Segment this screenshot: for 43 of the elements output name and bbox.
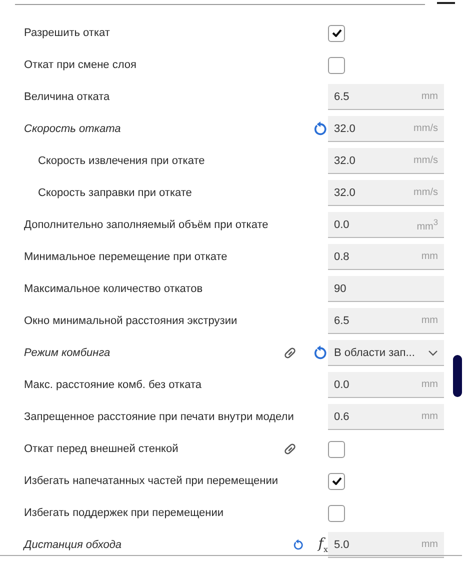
number-field[interactable]: 90 bbox=[328, 276, 444, 302]
setting-label: Максимальное количество откатов bbox=[24, 282, 204, 296]
number-field[interactable]: 0.0 mm bbox=[328, 372, 444, 398]
setting-label: Скорость отката bbox=[24, 122, 122, 136]
checkbox[interactable] bbox=[328, 440, 345, 458]
checkmark-icon bbox=[332, 29, 342, 37]
setting-label: Скорость заправки при откате bbox=[37, 186, 193, 200]
number-field[interactable]: 6.5 mm bbox=[328, 84, 444, 110]
setting-label: Откат при смене слоя bbox=[24, 58, 138, 72]
number-field[interactable]: 0.8 mm bbox=[328, 244, 444, 270]
number-field[interactable]: 5.0 mm bbox=[328, 532, 444, 558]
reset-icon[interactable] bbox=[312, 121, 328, 137]
setting-label: Величина отката bbox=[24, 90, 111, 104]
checkbox[interactable] bbox=[328, 504, 345, 522]
setting-label: Избегать напечатанных частей при перемещении bbox=[24, 474, 278, 488]
checkmark-icon bbox=[332, 477, 342, 485]
setting-label: Дополнительно заполняемый объём при откате bbox=[24, 218, 268, 232]
number-field[interactable]: 32.0 mm/s bbox=[328, 116, 444, 142]
setting-label: Избегать поддержек при перемещении bbox=[24, 506, 225, 520]
setting-label: Дистанция обхода bbox=[24, 538, 123, 552]
checkbox[interactable] bbox=[328, 56, 345, 74]
number-field[interactable]: 6.5 mm bbox=[328, 308, 444, 334]
setting-label: Минимальное перемещение при откате bbox=[24, 250, 228, 264]
link-icon[interactable] bbox=[282, 441, 298, 457]
checkbox[interactable] bbox=[328, 472, 345, 490]
setting-label: Окно минимальной расстояния экструзии bbox=[24, 314, 238, 328]
number-field[interactable]: 0.0 mm$^{3}$ bbox=[328, 212, 444, 238]
chevron-down-icon bbox=[428, 350, 438, 356]
setting-label: Разрешить откат bbox=[24, 26, 111, 40]
number-field[interactable]: 0.6 mm bbox=[328, 404, 444, 430]
setting-label: Макс. расстояние комб. без отката bbox=[24, 378, 203, 392]
dropdown[interactable]: В области зап... bbox=[328, 340, 444, 366]
checkbox[interactable] bbox=[328, 24, 345, 42]
setting-label: Режим комбинга bbox=[24, 346, 112, 360]
link-icon[interactable] bbox=[282, 345, 298, 361]
setting-label: Скорость извлечения при откате bbox=[37, 154, 206, 168]
setting-label: Откат перед внешней стенкой bbox=[24, 442, 180, 456]
setting-label: Запрещенное расстояние при печати внутри модели bbox=[24, 410, 294, 424]
number-field[interactable]: 32.0 mm/s bbox=[328, 148, 444, 174]
reset-icon[interactable] bbox=[312, 345, 328, 361]
scrollbar-thumb[interactable] bbox=[453, 355, 462, 397]
function-button[interactable]: f$_{x}$ bbox=[318, 536, 328, 554]
number-field[interactable]: 32.0 mm/s bbox=[328, 180, 444, 206]
